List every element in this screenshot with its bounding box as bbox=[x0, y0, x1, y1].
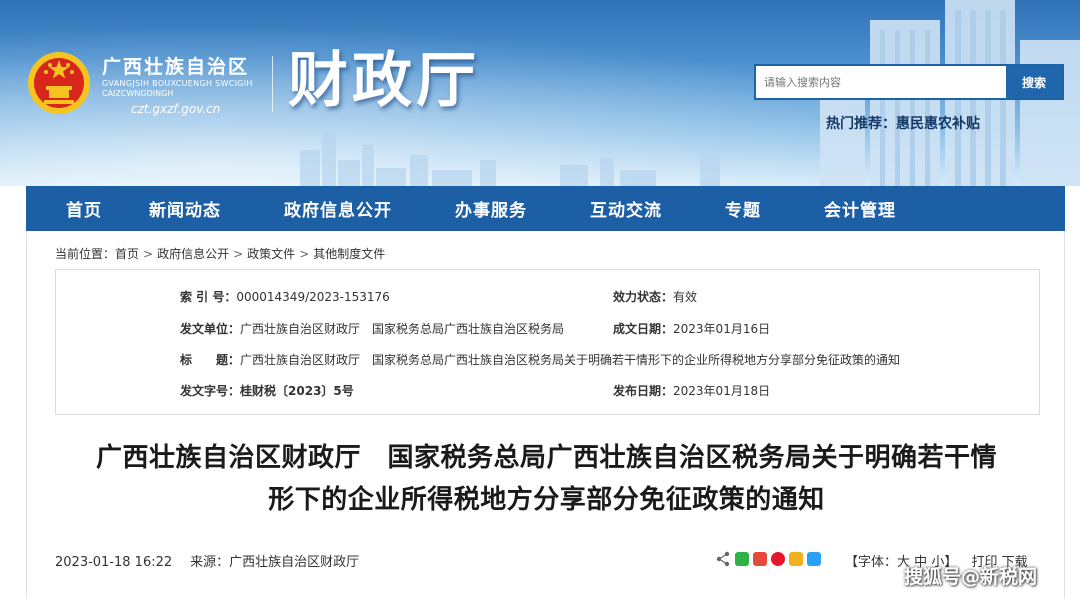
national-emblem-icon bbox=[28, 52, 90, 114]
meta-publish: 发布日期：2023年01月18日 bbox=[613, 382, 770, 399]
site-header: 广西壮族自治区 GVANGJSIH BOUXCUENGH SWCIGIH CAI… bbox=[0, 0, 1080, 186]
search-box: 搜索 bbox=[754, 64, 1064, 100]
hot-recommendation: 热门推荐：惠民惠农补贴 bbox=[826, 113, 980, 133]
region-name-chinese: 广西壮族自治区 bbox=[102, 56, 250, 78]
nav-item-home[interactable]: 首页 bbox=[66, 196, 102, 221]
meta-index: 索 引 号：000014349/2023-153176 bbox=[180, 288, 390, 305]
nav-item-news[interactable]: 新闻动态 bbox=[149, 196, 221, 221]
meta-status-value: 有效 bbox=[673, 290, 698, 304]
watermark: 搜狐号@新税网 bbox=[904, 566, 1038, 588]
article-title-line2: 形下的企业所得税地方分享部分免征政策的通知 bbox=[268, 485, 825, 515]
region-name-zhuang-line1: GVANGJSIH BOUXCUENGH SWCIGIH bbox=[102, 79, 253, 88]
nav-item-interaction[interactable]: 互动交流 bbox=[590, 196, 662, 221]
meta-publish-label: 发布日期： bbox=[613, 384, 674, 398]
main-navigation: 首页 新闻动态 政府信息公开 办事服务 互动交流 专题 会计管理 bbox=[26, 186, 1065, 231]
nav-item-gov-info[interactable]: 政府信息公开 bbox=[284, 196, 392, 221]
hot-recommendation-label: 热门推荐： bbox=[826, 116, 896, 132]
hot-recommendation-link[interactable]: 惠民惠农补贴 bbox=[896, 116, 980, 132]
department-name: 财政厅 bbox=[288, 46, 480, 116]
search-input[interactable] bbox=[756, 66, 1006, 98]
meta-date-made-value: 2023年01月16日 bbox=[673, 322, 771, 336]
meta-issuer-label: 发文单位： bbox=[180, 322, 241, 336]
breadcrumb-separator: > bbox=[299, 247, 310, 261]
meta-title-label: 标 题： bbox=[180, 353, 241, 367]
meta-index-value: 000014349/2023-153176 bbox=[236, 290, 390, 304]
breadcrumb-home[interactable]: 首页 bbox=[115, 247, 139, 261]
meta-status-label: 效力状态： bbox=[613, 290, 674, 304]
qq-icon[interactable] bbox=[807, 552, 821, 566]
breadcrumb-prefix: 当前位置： bbox=[55, 247, 116, 261]
content-area: 当前位置：首页 > 政府信息公开 > 政策文件 > 其他制度文件 索 引 号：0000143… bbox=[26, 231, 1065, 599]
toutiao-icon[interactable] bbox=[753, 552, 767, 566]
header-divider bbox=[272, 56, 273, 112]
meta-doc-no-value: 桂财税〔2023〕5号 bbox=[240, 384, 354, 398]
article-title: 广西壮族自治区财政厅 国家税务总局广西壮族自治区税务局关于明确若干情 形下的企业… bbox=[27, 437, 1066, 521]
document-metadata-table: 索 引 号：000014349/2023-153176 效力状态：有效 发文单位… bbox=[55, 269, 1040, 415]
breadcrumb-other-docs[interactable]: 其他制度文件 bbox=[313, 247, 385, 261]
meta-doc-no: 发文字号：桂财税〔2023〕5号 bbox=[180, 382, 354, 399]
meta-date-made-label: 成文日期： bbox=[613, 322, 674, 336]
site-url[interactable]: czt.gxzf.gov.cn bbox=[131, 102, 220, 116]
wechat-icon[interactable] bbox=[735, 552, 749, 566]
weibo-icon[interactable] bbox=[771, 552, 785, 566]
breadcrumb-gov-info[interactable]: 政府信息公开 bbox=[157, 247, 229, 261]
article-source-value: 广西壮族自治区财政厅 bbox=[229, 555, 360, 570]
article-title-line1: 广西壮族自治区财政厅 国家税务总局广西壮族自治区税务局关于明确若干情 bbox=[95, 443, 997, 473]
meta-index-label: 索 引 号： bbox=[180, 290, 237, 304]
nav-item-topics[interactable]: 专题 bbox=[725, 196, 761, 221]
region-name-zhuang-line2: CAIZCWNGDINGH bbox=[102, 89, 174, 98]
search-button[interactable]: 搜索 bbox=[1006, 66, 1062, 98]
article-datetime: 2023-01-18 16:22 bbox=[55, 555, 173, 570]
qzone-icon[interactable] bbox=[789, 552, 803, 566]
breadcrumb-policy-docs[interactable]: 政策文件 bbox=[247, 247, 295, 261]
share-icon[interactable] bbox=[715, 551, 731, 567]
breadcrumb-separator: > bbox=[233, 247, 244, 261]
article-info: 2023-01-18 16:22 来源：广西壮族自治区财政厅 bbox=[55, 551, 359, 570]
article-source-label: 来源： bbox=[190, 555, 230, 570]
meta-publish-value: 2023年01月18日 bbox=[673, 384, 771, 398]
breadcrumb-separator: > bbox=[143, 247, 154, 261]
meta-date-made: 成文日期：2023年01月16日 bbox=[613, 320, 770, 337]
meta-issuer-value: 广西壮族自治区财政厅 国家税务总局广西壮族自治区税务局 bbox=[240, 322, 565, 336]
nav-item-services[interactable]: 办事服务 bbox=[455, 196, 527, 221]
share-bar bbox=[715, 551, 825, 567]
font-label-open: 【字体： bbox=[845, 555, 898, 570]
nav-item-accounting[interactable]: 会计管理 bbox=[824, 196, 896, 221]
meta-title-value: 广西壮族自治区财政厅 国家税务总局广西壮族自治区税务局关于明确若干情形下的企业所… bbox=[240, 353, 901, 367]
meta-title: 标 题：广西壮族自治区财政厅 国家税务总局广西壮族自治区税务局关于明确若干情形下… bbox=[180, 351, 900, 368]
meta-status: 效力状态：有效 bbox=[613, 288, 697, 305]
breadcrumb: 当前位置：首页 > 政府信息公开 > 政策文件 > 其他制度文件 bbox=[55, 245, 385, 262]
meta-doc-no-label: 发文字号： bbox=[180, 384, 241, 398]
meta-issuer: 发文单位：广西壮族自治区财政厅 国家税务总局广西壮族自治区税务局 bbox=[180, 320, 564, 337]
